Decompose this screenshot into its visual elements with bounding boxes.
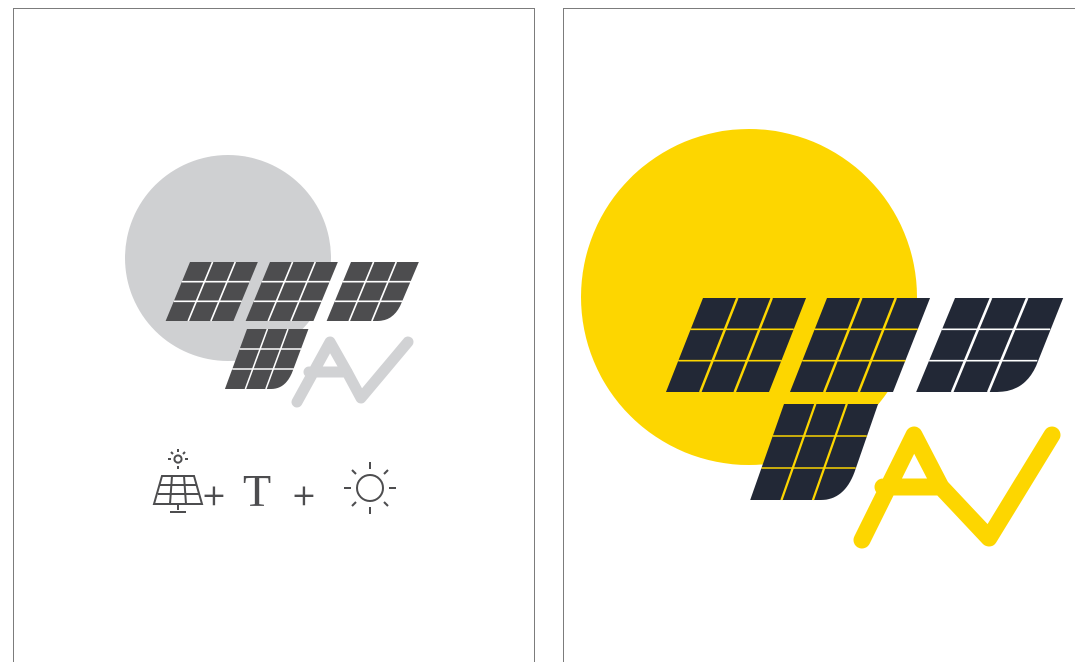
mono-panel-3 bbox=[326, 261, 419, 322]
color-av-letters bbox=[853, 426, 1061, 549]
mono-logo bbox=[125, 155, 419, 408]
mono-av-letters bbox=[291, 336, 414, 408]
logo-formula: + T + bbox=[152, 449, 396, 516]
formula-plus-1: + bbox=[201, 478, 226, 513]
solar-panel-with-sun-icon bbox=[152, 449, 204, 513]
formula-plus-2: + bbox=[291, 478, 316, 513]
formula-letter-t: T bbox=[243, 465, 271, 516]
artwork-canvas: + T + bbox=[125, 129, 1064, 549]
sun-outline-icon bbox=[344, 462, 396, 514]
color-logo bbox=[581, 129, 1064, 549]
color-panel-3 bbox=[916, 297, 1064, 393]
